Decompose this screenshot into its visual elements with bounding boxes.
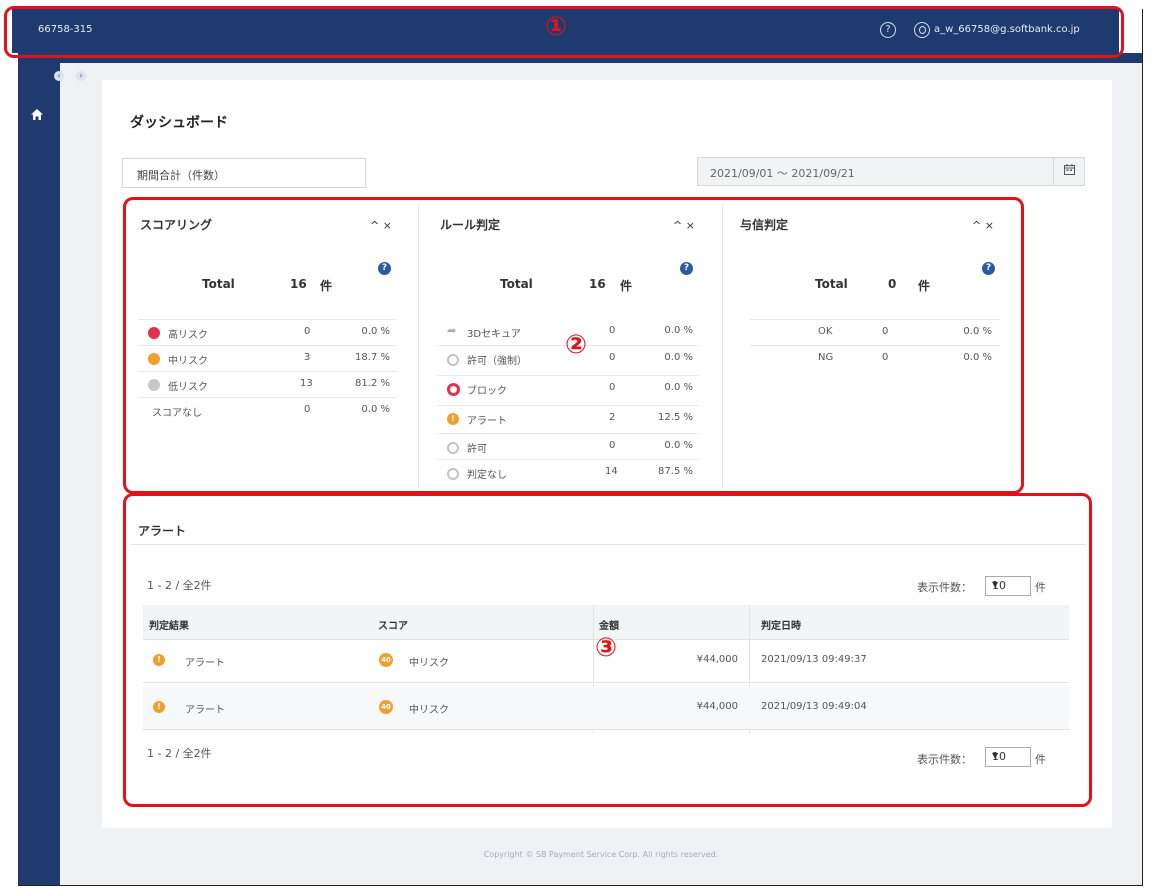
- frame-border-right: [1142, 9, 1143, 886]
- date-range-field[interactable]: 2021/09/01 ～ 2021/09/21: [697, 157, 1055, 186]
- frame-border-bottom: [18, 885, 1143, 886]
- sidebar: [18, 53, 60, 885]
- chevron-down-icon: ⌄: [137, 166, 145, 176]
- annotation-marker-1: ①: [545, 12, 568, 42]
- date-range-value: 2021/09/01 ～ 2021/09/21: [710, 167, 855, 180]
- footer-copyright: Copyright © SB Payment Service Corp. All…: [483, 850, 719, 859]
- page-title: ダッシュボード: [130, 115, 228, 131]
- annotation-marker-2: ②: [565, 330, 588, 360]
- home-icon[interactable]: [28, 108, 46, 124]
- calendar-icon[interactable]: [1053, 157, 1085, 186]
- period-select[interactable]: 期間合計（件数） ⌄: [122, 158, 366, 188]
- annotation-marker-3: ③: [595, 633, 618, 663]
- expand-sidebar-icon[interactable]: ›: [76, 71, 86, 81]
- collapse-sidebar-icon[interactable]: ‹: [54, 71, 64, 81]
